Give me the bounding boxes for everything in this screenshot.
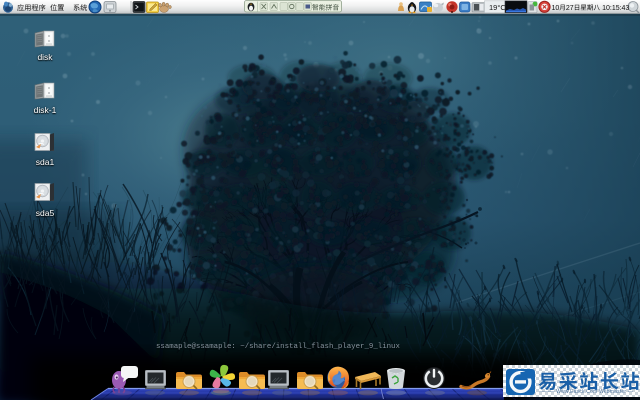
svg-text:19°C: 19°C [489, 3, 506, 12]
svg-text:10: 10 [552, 5, 560, 12]
svg-text:27: 27 [566, 5, 574, 12]
svg-text:10:15:43: 10:15:43 [602, 5, 629, 12]
